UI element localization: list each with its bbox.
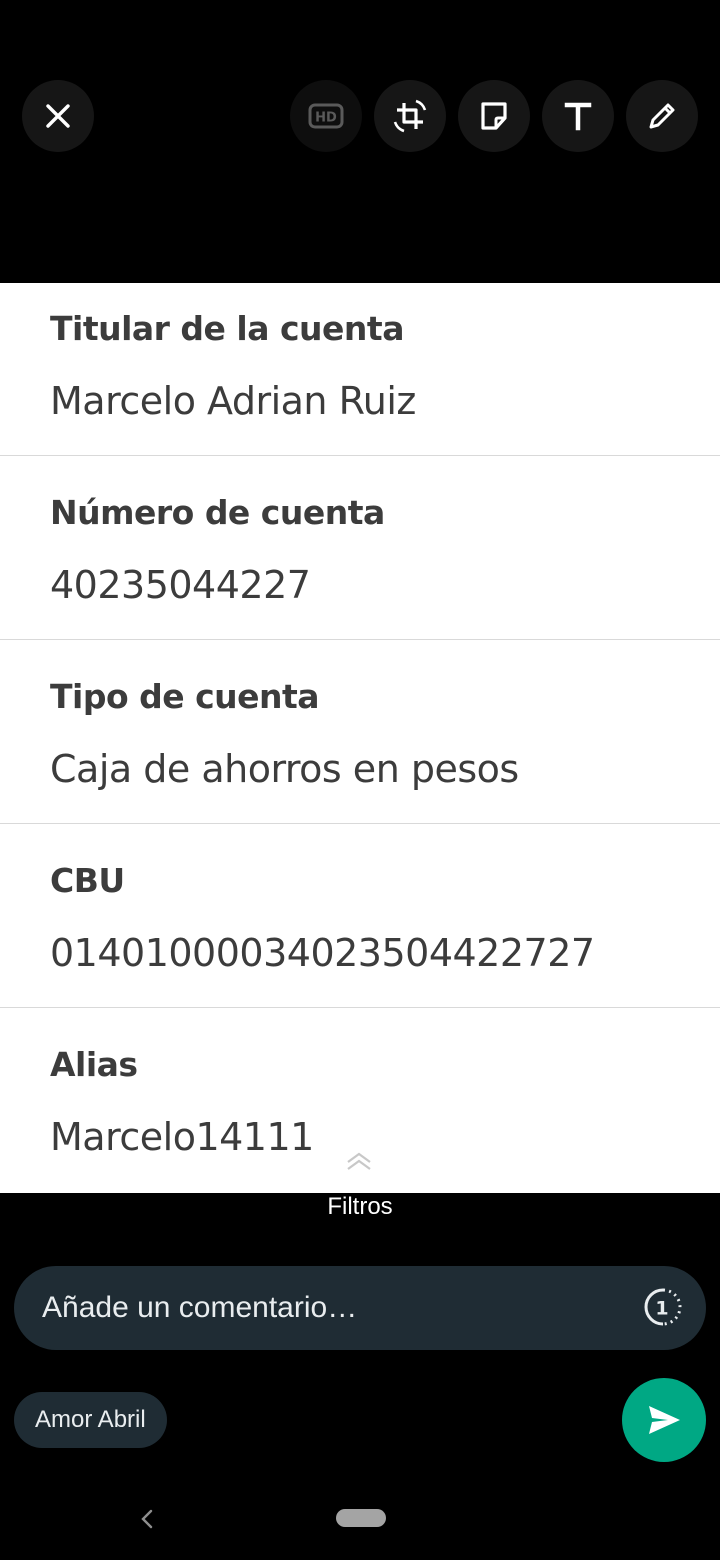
filters-label[interactable]: Filtros [0,1193,720,1221]
close-button[interactable] [22,80,94,152]
send-icon [649,1406,680,1434]
field-value: Marcelo14111 [50,1115,314,1159]
field-label: Titular de la cuenta [50,309,404,348]
comment-bar: 1 [14,1266,706,1350]
divider [0,455,720,456]
draw-button[interactable] [626,80,698,152]
hd-icon: HD [308,103,344,129]
pencil-icon [649,103,675,129]
divider [0,823,720,824]
view-once-label: 1 [655,1298,668,1320]
field-label: Número de cuenta [50,493,385,532]
comment-input[interactable] [42,1266,622,1350]
field-alias: Alias Marcelo14111 [0,1019,720,1203]
field-account-number: Número de cuenta 40235044227 [0,467,720,651]
field-account-holder: Titular de la cuenta Marcelo Adrian Ruiz [0,283,720,467]
home-nav-pill[interactable] [336,1509,386,1527]
crop-rotate-button[interactable] [374,80,446,152]
field-value: Caja de ahorros en pesos [50,747,519,791]
divider [0,639,720,640]
field-account-type: Tipo de cuenta Caja de ahorros en pesos [0,651,720,835]
text-icon [564,102,592,131]
sticker-button[interactable] [458,80,530,152]
chevron-up-icon[interactable] [344,1150,374,1172]
field-value: 40235044227 [50,563,311,607]
field-label: Alias [50,1045,138,1084]
hd-quality-button[interactable]: HD [290,80,362,152]
view-once-icon[interactable]: 1 [642,1286,684,1328]
send-button[interactable] [622,1378,706,1462]
editor-toolbar: HD [0,0,720,283]
crop-rotate-icon [393,99,427,133]
image-preview: Titular de la cuenta Marcelo Adrian Ruiz… [0,283,720,1193]
recipient-chip[interactable]: Amor Abril [14,1392,167,1448]
text-button[interactable] [542,80,614,152]
back-nav-icon[interactable] [136,1506,158,1532]
field-value: Marcelo Adrian Ruiz [50,379,416,423]
field-label: Tipo de cuenta [50,677,320,716]
field-cbu: CBU 01401000034023504422727 [0,835,720,1019]
field-label: CBU [50,861,125,900]
field-value: 01401000034023504422727 [50,931,595,975]
divider [0,1007,720,1008]
sticker-icon [481,102,507,130]
svg-text:HD: HD [315,111,337,126]
close-icon [46,104,70,128]
